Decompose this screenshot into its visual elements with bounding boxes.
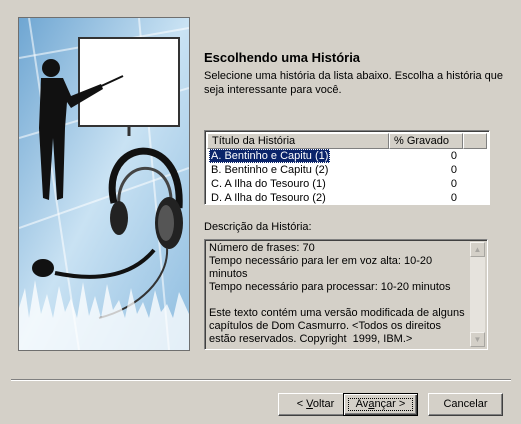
story-recorded-percent: 0 [450, 192, 457, 204]
vertical-scrollbar[interactable]: ▲ ▼ [470, 242, 485, 347]
story-row[interactable]: D. A Ilha do Tesouro (2) 0 [207, 191, 487, 205]
story-recorded-percent: 0 [450, 164, 457, 176]
back-button-mnemonic: V [306, 398, 313, 410]
story-row[interactable]: A. Bentinho e Capitu (1) 0 [207, 149, 487, 163]
story-title: A. Bentinho e Capitu (1) [209, 149, 331, 163]
column-header-title[interactable]: Título da História [207, 133, 389, 149]
story-recorded-percent: 0 [450, 150, 457, 162]
page-title: Escolhendo uma História [204, 50, 361, 65]
story-description-text: Número de frases: 70 Tempo necessário pa… [209, 242, 465, 345]
story-description-box[interactable]: Número de frases: 70 Tempo necessário pa… [204, 239, 488, 350]
back-button[interactable]: < Voltar [278, 393, 353, 416]
page-instructions: Selecione uma história da lista abaixo. … [204, 70, 504, 96]
cancel-button[interactable]: Cancelar [428, 393, 503, 416]
next-button[interactable]: Avançar > [343, 393, 418, 416]
story-description-label: Descrição da História: [204, 221, 312, 233]
column-header-recorded[interactable]: % Gravado [389, 133, 463, 149]
back-button-rest: oltar [312, 398, 335, 410]
scroll-down-arrow-icon[interactable]: ▼ [470, 332, 485, 347]
story-list-header: Título da História % Gravado [207, 133, 487, 149]
story-title: C. A Ilha do Tesouro (1) [211, 178, 326, 190]
story-title: D. A Ilha do Tesouro (2) [211, 192, 326, 204]
scroll-up-arrow-icon[interactable]: ▲ [470, 242, 485, 257]
button-separator [11, 379, 511, 381]
story-row[interactable]: B. Bentinho e Capitu (2) 0 [207, 163, 487, 177]
column-header-filler [463, 133, 487, 149]
wizard-illustration [18, 17, 190, 351]
back-button-prefix: < [296, 398, 307, 410]
story-list[interactable]: Título da História % Gravado A. Bentinho… [204, 130, 490, 205]
story-recorded-percent: 0 [450, 178, 457, 190]
story-title: B. Bentinho e Capitu (2) [211, 164, 329, 176]
focus-rectangle [348, 398, 413, 411]
story-row[interactable]: C. A Ilha do Tesouro (1) 0 [207, 177, 487, 191]
